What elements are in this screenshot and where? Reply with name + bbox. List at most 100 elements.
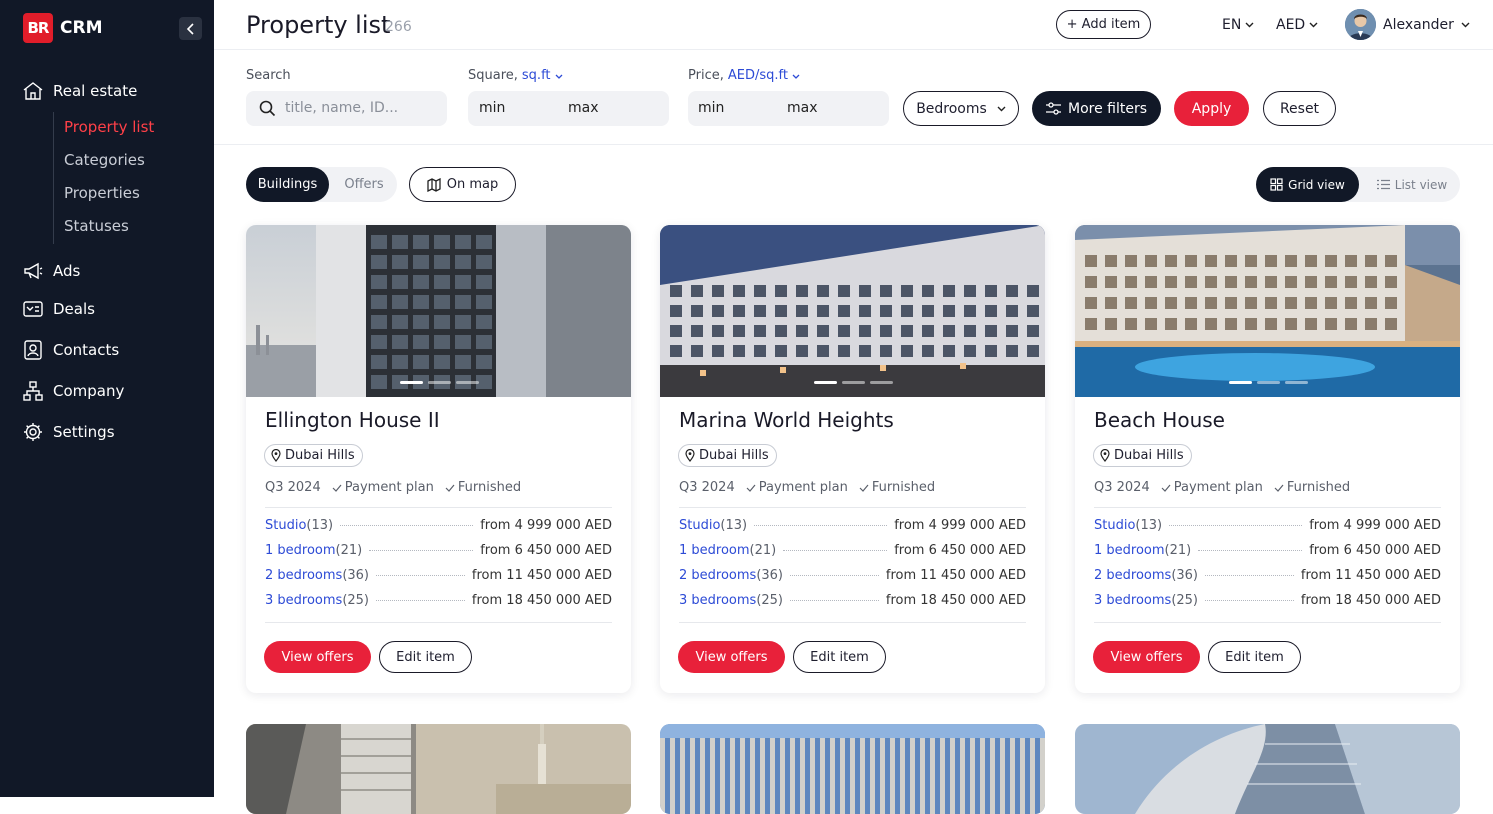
unit-type-link[interactable]: 3 bedrooms: [679, 593, 756, 608]
unit-list: Studio (13) from 4 999 000 AED 1 bedroom…: [679, 518, 1026, 618]
view-offers-button[interactable]: View offers: [264, 641, 371, 673]
unit-row: 3 bedrooms (25) from 18 450 000 AED: [679, 593, 1026, 618]
user-menu[interactable]: Alexander: [1345, 9, 1470, 40]
unit-type-link[interactable]: Studio: [679, 518, 720, 533]
more-filters-button[interactable]: More filters: [1032, 91, 1161, 126]
price-max-input[interactable]: max: [787, 100, 818, 116]
carousel-dot[interactable]: [870, 381, 893, 384]
property-photo[interactable]: [1075, 225, 1460, 397]
sidebar-item-company[interactable]: Company: [22, 380, 202, 402]
sidebar-item-ads[interactable]: Ads: [22, 260, 202, 282]
unit-price: from 4 999 000 AED: [894, 518, 1026, 533]
sidebar-item-settings[interactable]: Settings: [22, 421, 202, 443]
grid-view-button[interactable]: Grid view: [1256, 167, 1359, 202]
unit-type-link[interactable]: 3 bedrooms: [1094, 593, 1171, 608]
edit-item-button[interactable]: Edit item: [793, 641, 886, 673]
collapse-sidebar-button[interactable]: [179, 17, 202, 40]
property-card-photo[interactable]: [1075, 724, 1460, 814]
property-title[interactable]: Ellington House II: [265, 408, 440, 432]
unit-type-link[interactable]: 3 bedrooms: [265, 593, 342, 608]
property-card-photo[interactable]: [246, 724, 631, 814]
carousel-dot[interactable]: [1285, 381, 1308, 384]
square-max-input[interactable]: max: [568, 100, 599, 116]
carousel-dot[interactable]: [814, 381, 837, 384]
apply-button[interactable]: Apply: [1174, 91, 1249, 126]
carousel-dots[interactable]: [814, 381, 893, 384]
carousel-dot[interactable]: [428, 381, 451, 384]
contacts-icon: [24, 340, 42, 360]
check-icon: [746, 484, 756, 492]
search-input[interactable]: title, name, ID...: [246, 91, 447, 126]
list-view-button[interactable]: List view: [1364, 167, 1460, 202]
unit-type-link[interactable]: 1 bedroom: [265, 543, 336, 558]
unit-row: 1 bedroom (21) from 6 450 000 AED: [265, 543, 612, 568]
unit-type-link[interactable]: 2 bedrooms: [265, 568, 342, 583]
unit-type-link[interactable]: 2 bedrooms: [1094, 568, 1171, 583]
edit-item-button[interactable]: Edit item: [379, 641, 472, 673]
unit-type-link[interactable]: Studio: [265, 518, 306, 533]
edit-item-button[interactable]: Edit item: [1208, 641, 1301, 673]
carousel-dots[interactable]: [1229, 381, 1308, 384]
unit-type-link[interactable]: Studio: [1094, 518, 1135, 533]
dotted-leader: [754, 525, 888, 526]
tab-buildings[interactable]: Buildings: [246, 167, 329, 202]
carousel-dots[interactable]: [400, 381, 479, 384]
currency-selector[interactable]: AED: [1276, 17, 1318, 33]
square-filter-label: Square, sq.ft: [468, 68, 563, 83]
view-offers-button[interactable]: View offers: [678, 641, 785, 673]
completion-quarter: Q3 2024: [265, 480, 321, 495]
property-meta: Q3 2024 Payment plan Furnished: [1094, 480, 1350, 495]
carousel-dot[interactable]: [456, 381, 479, 384]
divider: [679, 507, 1026, 508]
property-photo[interactable]: [246, 225, 631, 397]
unit-type-link[interactable]: 1 bedroom: [1094, 543, 1165, 558]
chevron-down-icon: [1461, 22, 1470, 27]
company-icon: [23, 381, 43, 401]
check-icon: [859, 484, 869, 492]
carousel-dot[interactable]: [1229, 381, 1252, 384]
view-offers-button[interactable]: View offers: [1093, 641, 1200, 673]
unit-row: Studio (13) from 4 999 000 AED: [1094, 518, 1441, 543]
property-title[interactable]: Marina World Heights: [679, 408, 894, 432]
carousel-dot[interactable]: [400, 381, 423, 384]
app-logo[interactable]: BR CRM: [23, 13, 102, 43]
square-unit-selector[interactable]: sq.ft: [522, 68, 551, 83]
sidebar: BR CRM Real estate Property list Categor…: [0, 0, 214, 797]
sliders-icon: [1045, 102, 1061, 115]
logo-text: CRM: [60, 18, 103, 38]
property-title[interactable]: Beach House: [1094, 408, 1225, 432]
unit-type-link[interactable]: 1 bedroom: [679, 543, 750, 558]
unit-price: from 4 999 000 AED: [1309, 518, 1441, 533]
sidebar-sub-statuses[interactable]: Statuses: [64, 211, 202, 244]
location-pin-icon: [271, 449, 281, 462]
sidebar-sub-property-list[interactable]: Property list: [64, 112, 202, 145]
sidebar-item-contacts[interactable]: Contacts: [22, 339, 202, 361]
price-unit-selector[interactable]: AED/sq.ft: [728, 68, 788, 83]
reset-button[interactable]: Reset: [1263, 91, 1336, 126]
dotted-leader: [376, 600, 465, 601]
property-card-photo[interactable]: [660, 724, 1045, 814]
property-photo[interactable]: [660, 225, 1045, 397]
on-map-button[interactable]: On map: [409, 167, 516, 202]
square-range-input[interactable]: min max: [468, 91, 669, 126]
unit-count: (36): [756, 568, 783, 583]
unit-type-link[interactable]: 2 bedrooms: [679, 568, 756, 583]
bedrooms-dropdown[interactable]: Bedrooms: [903, 91, 1019, 126]
carousel-dot[interactable]: [842, 381, 865, 384]
add-item-button[interactable]: + Add item: [1056, 10, 1151, 39]
sidebar-sub-properties[interactable]: Properties: [64, 178, 202, 211]
dotted-leader: [790, 600, 879, 601]
location-badge: Dubai Hills: [678, 444, 777, 467]
tab-offers[interactable]: Offers: [334, 167, 394, 202]
unit-count: (13): [720, 518, 748, 533]
price-min-input[interactable]: min: [698, 100, 724, 116]
sidebar-item-real-estate[interactable]: Real estate: [22, 80, 202, 102]
sidebar-sub-categories[interactable]: Categories: [64, 145, 202, 178]
price-range-input[interactable]: min max: [688, 91, 889, 126]
price-label: Price,: [688, 68, 724, 83]
square-min-input[interactable]: min: [479, 100, 505, 116]
unit-row: 2 bedrooms (36) from 11 450 000 AED: [679, 568, 1026, 593]
language-selector[interactable]: EN: [1222, 17, 1254, 33]
sidebar-item-deals[interactable]: Deals: [22, 298, 202, 320]
carousel-dot[interactable]: [1257, 381, 1280, 384]
